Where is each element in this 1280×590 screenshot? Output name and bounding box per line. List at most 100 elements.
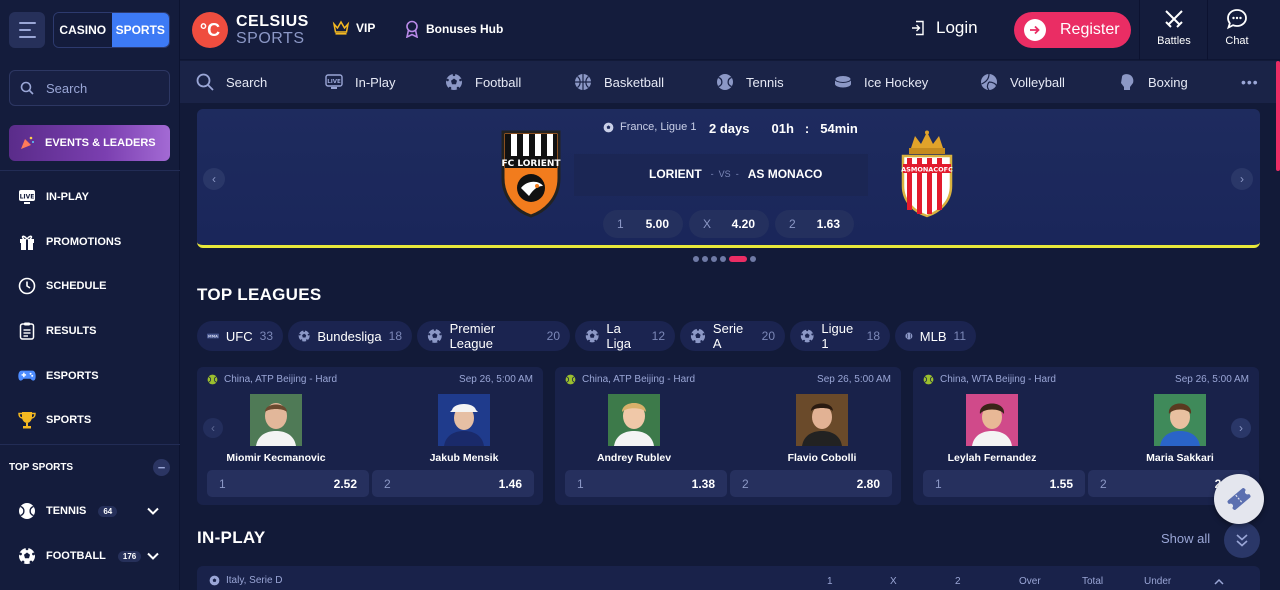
- nav-tennis[interactable]: Tennis: [716, 61, 784, 103]
- football-icon: [427, 328, 442, 343]
- sidebar-item-schedule[interactable]: SCHEDULE: [18, 276, 107, 296]
- league-pill-la-liga[interactable]: La Liga 12: [575, 321, 675, 351]
- in-play-league-header: Italy, Serie D 1 X 2 Over Total Under: [197, 566, 1260, 590]
- odds-value: 2.80: [856, 476, 880, 491]
- carousel-dot-active[interactable]: [729, 256, 747, 262]
- odds-button-player2[interactable]: 2 2.80: [730, 470, 892, 497]
- nav-basketball[interactable]: Basketball: [574, 61, 664, 103]
- vip-link[interactable]: VIP: [332, 20, 375, 36]
- league-pill-mlb[interactable]: MLB 11: [895, 321, 976, 351]
- nav-label: Basketball: [604, 74, 664, 90]
- odds-button-player1[interactable]: 1 1.55: [923, 470, 1085, 497]
- match-card[interactable]: China, WTA Beijing - Hard Sep 26, 5:00 A…: [913, 367, 1259, 505]
- collapse-chevrons-icon[interactable]: [1224, 522, 1260, 558]
- odds-key: 1: [617, 217, 624, 231]
- featured-match-banner[interactable]: ‹ › FC LORIENT ASMONACOFC France, Ligue …: [197, 109, 1260, 248]
- carousel-dot[interactable]: [750, 256, 756, 262]
- show-all-link[interactable]: Show all: [1161, 531, 1210, 546]
- player-name: Flavio Cobolli: [787, 452, 857, 464]
- league-pill-serie-a[interactable]: Serie A 20: [680, 321, 785, 351]
- odds-button-draw[interactable]: X 4.20: [689, 210, 769, 238]
- nav-label: In-Play: [355, 74, 396, 90]
- nav-in-play[interactable]: LIVE In-Play: [325, 61, 395, 103]
- casino-sports-toggle[interactable]: CASINO SPORTS: [53, 12, 170, 48]
- casino-tab[interactable]: CASINO: [54, 13, 112, 47]
- odds-button-player1[interactable]: 1 2.52: [207, 470, 369, 497]
- carousel-dot[interactable]: [702, 256, 708, 262]
- menu-icon[interactable]: [9, 12, 45, 48]
- match-card[interactable]: China, ATP Beijing - Hard Sep 26, 5:00 A…: [197, 367, 543, 505]
- chevron-down-icon[interactable]: [146, 549, 160, 563]
- carousel-dot[interactable]: [693, 256, 699, 262]
- chevron-right-icon[interactable]: ›: [1231, 168, 1253, 190]
- carousel-dot[interactable]: [720, 256, 726, 262]
- events-leaders-label: EVENTS & LEADERS: [45, 137, 156, 149]
- medal-icon: [405, 20, 419, 38]
- card-date: Sep 26, 5:00 AM: [459, 374, 533, 385]
- sports-tab[interactable]: SPORTS: [111, 13, 169, 47]
- bonuses-hub-link[interactable]: Bonuses Hub: [404, 20, 503, 38]
- chat-button[interactable]: Chat: [1211, 8, 1263, 47]
- match-card[interactable]: China, ATP Beijing - Hard Sep 26, 5:00 A…: [555, 367, 901, 505]
- scrollbar[interactable]: [1276, 61, 1280, 171]
- crown-icon: [332, 20, 350, 35]
- odds-button-away[interactable]: 2 1.63: [775, 210, 854, 238]
- more-sports-icon[interactable]: •••: [1241, 74, 1259, 90]
- league-pill-premier-league[interactable]: Premier League 20: [417, 321, 570, 351]
- bonuses-label: Bonuses Hub: [426, 22, 504, 36]
- sidebar-item-label: TENNIS: [46, 505, 87, 517]
- sidebar-item-esports[interactable]: ESPORTS: [18, 366, 99, 386]
- gamepad-icon: [18, 367, 36, 385]
- chevron-down-icon[interactable]: [146, 504, 160, 518]
- battles-button[interactable]: Battles: [1139, 8, 1209, 47]
- collapse-minus-icon[interactable]: −: [153, 459, 170, 476]
- sidebar-item-in-play[interactable]: LIVE IN-PLAY: [18, 187, 89, 207]
- league-pill-bundesliga[interactable]: Bundesliga 18: [288, 321, 412, 351]
- tennis-ball-icon: [717, 74, 733, 90]
- odds-key: 2: [1100, 476, 1107, 491]
- nav-search[interactable]: Search: [196, 61, 267, 103]
- player-name: Jakub Mensik: [429, 452, 499, 464]
- celsius-sports-logo[interactable]: °C CELSIUS SPORTS: [192, 12, 309, 48]
- nav-volleyball[interactable]: Volleyball: [980, 61, 1065, 103]
- pill-count: 11: [953, 329, 966, 343]
- divider: [0, 170, 180, 171]
- carousel-pagination[interactable]: [693, 256, 756, 262]
- chevron-right-icon[interactable]: ›: [1231, 418, 1251, 438]
- odds-button-player2[interactable]: 2 1.46: [372, 470, 534, 497]
- pill-count: 33: [259, 329, 273, 343]
- league-pill-ufc[interactable]: MMA UFC 33: [197, 321, 283, 351]
- carousel-dot[interactable]: [711, 256, 717, 262]
- register-button[interactable]: Register: [1014, 12, 1131, 48]
- football-icon: [800, 329, 814, 343]
- events-leaders-button[interactable]: EVENTS & LEADERS: [9, 125, 170, 161]
- player-photo: [438, 394, 490, 446]
- column-header: X: [890, 576, 897, 587]
- sidebar-item-label: RESULTS: [46, 325, 97, 337]
- login-button[interactable]: Login: [910, 18, 978, 38]
- chevron-up-icon[interactable]: [1214, 578, 1224, 586]
- sidebar-top-sport-tennis[interactable]: TENNIS 64: [18, 501, 118, 521]
- hockey-puck-icon: [834, 75, 852, 88]
- sidebar-item-label: ESPORTS: [46, 370, 99, 382]
- sidebar-top-sport-football[interactable]: FOOTBALL 176: [18, 546, 142, 566]
- odds-button-player1[interactable]: 1 1.38: [565, 470, 727, 497]
- nav-football[interactable]: Football: [445, 61, 521, 103]
- league-pill-ligue-1[interactable]: Ligue 1 18: [790, 321, 890, 351]
- odds-button-home[interactable]: 1 5.00: [603, 210, 683, 238]
- sidebar-item-sports[interactable]: SPORTS: [18, 410, 91, 430]
- nav-boxing[interactable]: Boxing: [1118, 61, 1188, 103]
- tennis-ball-icon: [207, 374, 218, 385]
- sidebar-item-results[interactable]: RESULTS: [18, 321, 97, 341]
- odds-value: 1.38: [691, 476, 715, 491]
- player-name: Maria Sakkari: [1146, 452, 1214, 464]
- sidebar-item-label: SCHEDULE: [46, 280, 107, 292]
- chevron-left-icon[interactable]: ‹: [203, 418, 223, 438]
- pill-count: 20: [761, 329, 775, 343]
- sidebar-item-promotions[interactable]: PROMOTIONS: [18, 232, 121, 252]
- betslip-ticket-icon[interactable]: [1214, 474, 1264, 524]
- nav-ice-hockey[interactable]: Ice Hockey: [834, 61, 928, 103]
- crossed-swords-icon: [1165, 10, 1183, 28]
- sidebar-search-input[interactable]: Search: [9, 70, 170, 106]
- chevron-left-icon[interactable]: ‹: [203, 168, 225, 190]
